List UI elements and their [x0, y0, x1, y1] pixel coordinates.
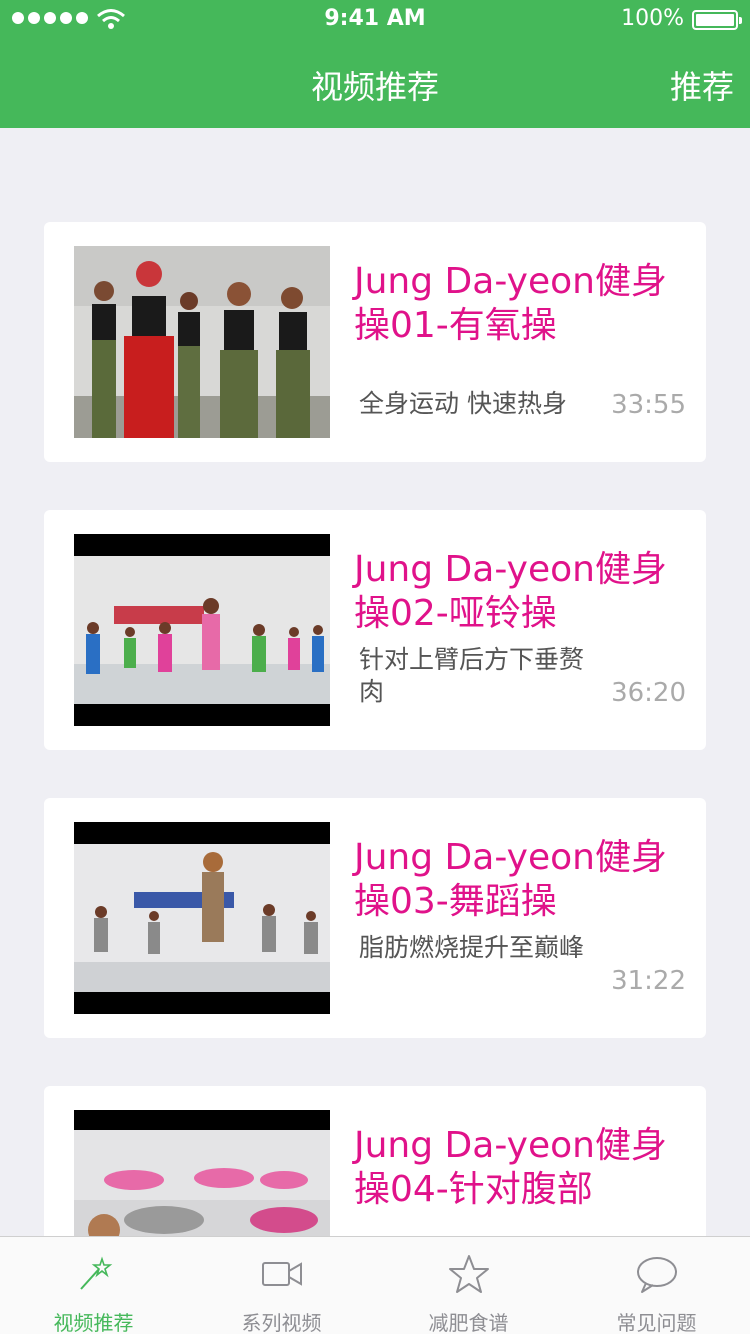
tab-label: 常见问题: [616, 1311, 697, 1334]
tab-video-recommend[interactable]: 视频推荐: [0, 1237, 187, 1334]
recommend-button[interactable]: 推荐: [670, 62, 734, 108]
video-duration: 31:22: [611, 966, 686, 996]
tab-label: 减肥食谱: [428, 1311, 509, 1334]
video-card[interactable]: Jung Da-yeon健身操02-哑铃操 针对上臂后方下垂赘肉 36:20: [44, 510, 706, 750]
video-title: Jung Da-yeon健身操04-针对腹部: [354, 1125, 667, 1210]
video-thumbnail[interactable]: [74, 534, 330, 726]
tab-label: 视频推荐: [53, 1311, 134, 1334]
video-description: 针对上臂后方下垂赘肉: [359, 645, 585, 706]
video-duration: 33:55: [611, 390, 686, 420]
status-bar: 9:41 AM 100%: [0, 0, 750, 40]
video-thumbnail[interactable]: [74, 246, 330, 438]
video-description: 脂肪燃烧提升至巅峰: [359, 933, 585, 962]
page-title: 视频推荐: [310, 68, 439, 106]
magic-wand-icon: [80, 1256, 113, 1290]
star-icon: [449, 1255, 489, 1293]
video-card[interactable]: Jung Da-yeon健身操01-有氧操 全身运动 快速热身 33:55: [44, 222, 706, 462]
tab-series-videos[interactable]: 系列视频: [188, 1237, 375, 1334]
video-thumbnail[interactable]: [74, 822, 330, 1014]
video-card[interactable]: Jung Da-yeon健身操04-针对腹部: [44, 1086, 706, 1236]
video-title: Jung Da-yeon健身操03-舞蹈操: [354, 837, 667, 922]
video-list[interactable]: Jung Da-yeon健身操01-有氧操 全身运动 快速热身 33:55 Ju…: [0, 128, 750, 1236]
video-duration: 36:20: [611, 678, 686, 708]
video-thumbnail[interactable]: [74, 1110, 330, 1236]
tab-label: 系列视频: [241, 1311, 322, 1334]
video-title: Jung Da-yeon健身操01-有氧操: [354, 261, 667, 346]
tab-faq[interactable]: 常见问题: [563, 1237, 750, 1334]
video-description: 全身运动 快速热身: [359, 389, 567, 418]
battery-icon: [692, 10, 742, 30]
video-title: Jung Da-yeon健身操02-哑铃操: [354, 549, 667, 634]
video-card[interactable]: Jung Da-yeon健身操03-舞蹈操 脂肪燃烧提升至巅峰 31:22: [44, 798, 706, 1038]
top-bar: 9:41 AM 100% 视频推荐 推荐: [0, 0, 750, 128]
chat-bubble-icon: [637, 1257, 677, 1293]
tab-diet-recipes[interactable]: 减肥食谱: [375, 1237, 562, 1334]
video-camera-icon: [262, 1262, 302, 1286]
battery-percent: 100%: [621, 6, 684, 31]
tab-bar: 视频推荐 系列视频 减肥食谱 常见问题: [0, 1236, 750, 1334]
